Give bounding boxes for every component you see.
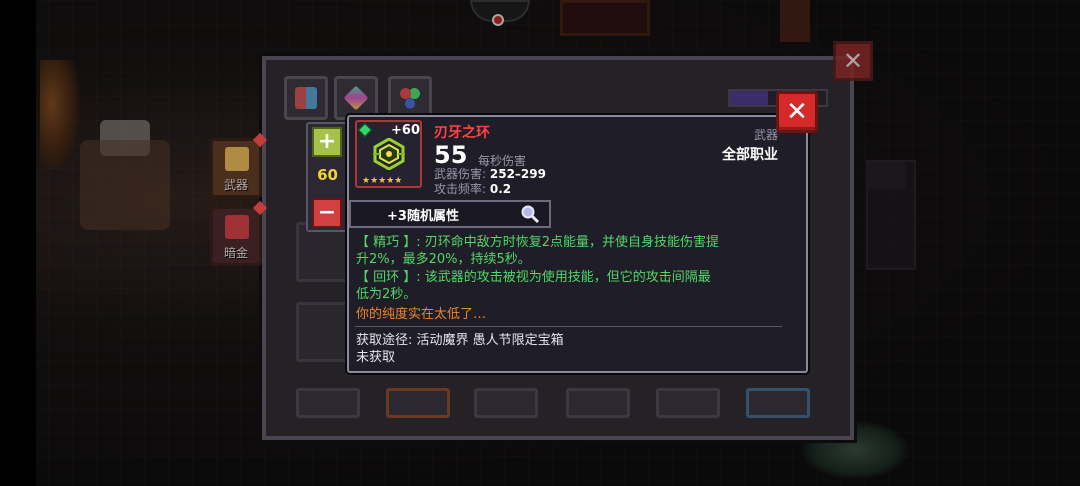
effect-description-line: 升2%，最多20%，持续5秒。 [356, 252, 531, 267]
random-attribute-label: +3随机属性 [387, 208, 459, 224]
effect-description-line: 【 回环 】: 该武器的攻击被视为使用技能，但它的攻击间隔最 [356, 270, 711, 285]
screen-edge [0, 0, 36, 486]
minus-icon: − [317, 200, 337, 225]
inventory-slot[interactable] [296, 388, 360, 418]
inventory-slot[interactable] [746, 388, 810, 418]
ring-weapon-icon [373, 138, 405, 170]
grid-icon [295, 87, 317, 109]
item-rarity-stars: ★★★★★ [362, 176, 403, 186]
enhance-plus-button[interactable]: + [312, 127, 342, 157]
weapon-category-icon [225, 147, 249, 171]
divider [355, 326, 782, 327]
attack-rate-line: 攻击频率: 0.2 [434, 182, 511, 196]
tab-gems[interactable] [334, 76, 378, 120]
inventory-close-button[interactable]: ✕ [833, 41, 873, 81]
enhance-count: 60 [317, 166, 338, 184]
inventory-slot[interactable] [474, 388, 538, 418]
dark-gold-category-icon [225, 215, 249, 239]
item-name: 刃牙之环 [434, 125, 490, 141]
effect-description-line: 【 精巧 】: 刃环命中敌方时恢复2点能量，并使自身技能伤害提 [356, 235, 720, 250]
magnify-icon[interactable] [520, 204, 540, 224]
enhance-minus-button[interactable]: − [312, 198, 342, 228]
tab-orbs[interactable] [388, 76, 432, 120]
inventory-slot[interactable] [566, 388, 630, 418]
item-type: 武器 [753, 128, 778, 142]
orbs-icon [399, 87, 421, 109]
gem-icon [343, 85, 369, 111]
item-class: 全部职业 [722, 147, 778, 163]
weapon-damage-line: 武器伤害: 252–299 [434, 167, 546, 181]
item-source: 获取途径: 活动魔界 愚人节限定宝箱 [356, 333, 564, 348]
inventory-slot[interactable] [386, 388, 450, 418]
category-label: 暗金 [223, 246, 248, 260]
effect-description-line: 低为2秒。 [356, 287, 417, 302]
category-dark-gold-button[interactable]: 暗金 [210, 200, 268, 266]
tab-grid[interactable] [284, 76, 328, 120]
attack-rate-label: 攻击频率: [434, 182, 487, 196]
close-icon: ✕ [786, 97, 808, 127]
item-status: 未获取 [356, 350, 396, 365]
category-label: 武器 [223, 178, 248, 192]
purity-warning: 你的纯度实在太低了… [356, 307, 487, 322]
item-dps-value: 55 [434, 141, 468, 169]
attack-rate-value: 0.2 [489, 182, 512, 196]
category-weapon-button[interactable]: 武器 [210, 132, 268, 198]
inventory-slot[interactable] [656, 388, 720, 418]
item-enhance-level: +60 [391, 123, 420, 138]
close-icon: ✕ [842, 47, 864, 75]
weapon-damage-value: 252–299 [489, 167, 546, 181]
plus-icon: + [317, 129, 337, 154]
weapon-damage-label: 武器伤害: [434, 167, 487, 181]
detail-close-button[interactable]: ✕ [776, 91, 818, 133]
inventory-slot[interactable] [296, 302, 352, 362]
